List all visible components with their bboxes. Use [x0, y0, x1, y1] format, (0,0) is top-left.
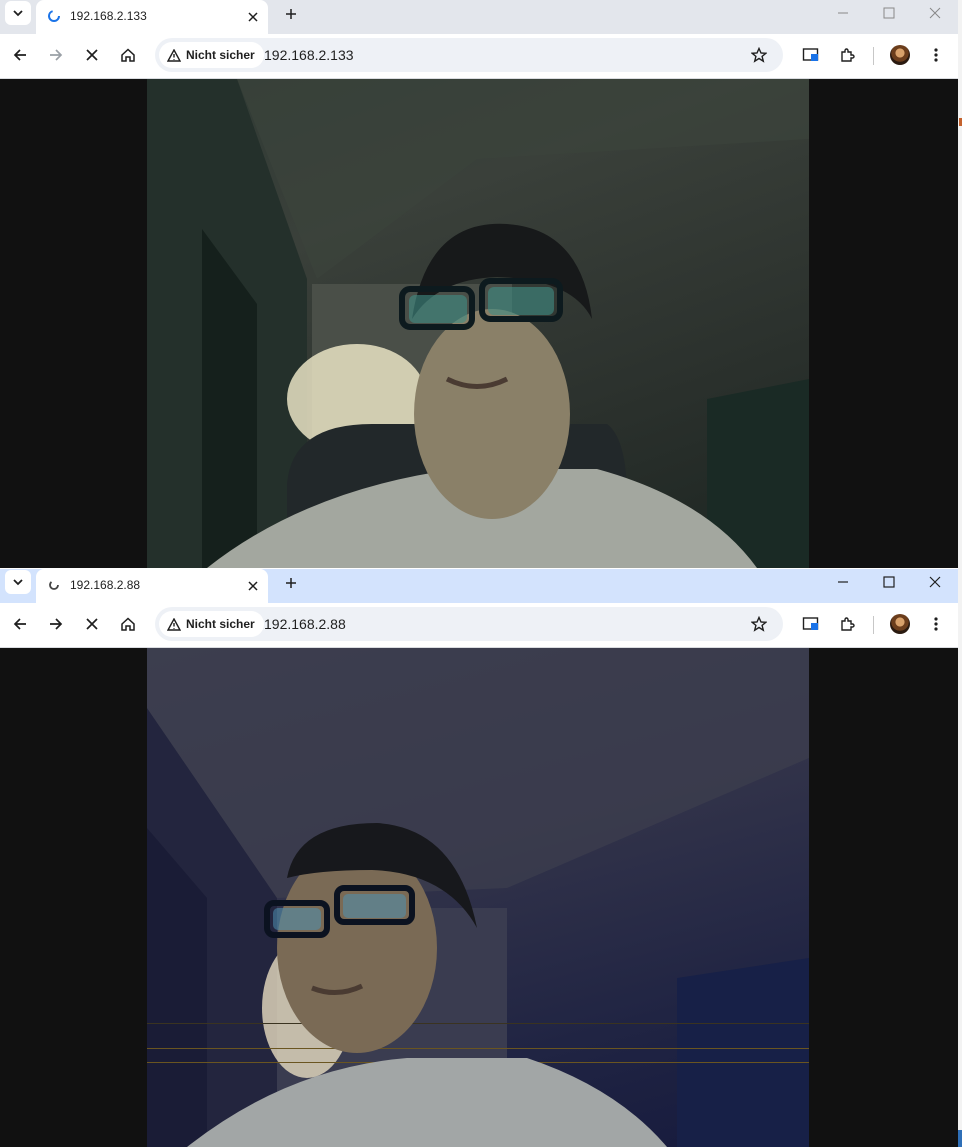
minimize-icon[interactable]: [820, 0, 866, 26]
warning-icon: [167, 48, 181, 62]
forward-arrow-icon[interactable]: [41, 609, 71, 639]
toolbar-separator: [873, 616, 874, 634]
maximize-icon[interactable]: [866, 0, 912, 26]
tab-192-168-2-133[interactable]: 192.168.2.133: [36, 0, 268, 34]
tab-search-button[interactable]: [5, 570, 31, 594]
close-window-icon[interactable]: [912, 0, 958, 26]
chevron-down-icon: [13, 579, 23, 586]
extensions-puzzle-icon[interactable]: [832, 609, 862, 639]
cast-icon[interactable]: [796, 609, 826, 639]
warning-icon: [167, 617, 181, 631]
tab-strip: 192.168.2.133: [0, 0, 958, 34]
stop-loading-icon[interactable]: [77, 609, 107, 639]
home-icon[interactable]: [113, 609, 143, 639]
background-accent-mark: [958, 1130, 962, 1147]
tab-192-168-2-88[interactable]: 192.168.2.88: [36, 569, 268, 603]
chevron-down-icon: [13, 10, 23, 17]
profile-avatar[interactable]: [890, 45, 910, 65]
cast-icon[interactable]: [796, 40, 826, 70]
toolbar: Nicht sicher 192.168.2.133: [0, 34, 958, 79]
back-arrow-icon[interactable]: [5, 40, 35, 70]
more-menu-icon[interactable]: [921, 609, 951, 639]
security-chip[interactable]: Nicht sicher: [159, 611, 264, 637]
toolbar: Nicht sicher 192.168.2.88: [0, 603, 958, 648]
security-label: Nicht sicher: [186, 617, 255, 631]
close-window-icon[interactable]: [912, 569, 958, 595]
address-bar[interactable]: Nicht sicher 192.168.2.88: [155, 607, 783, 641]
tab-title: 192.168.2.88: [70, 578, 141, 592]
minimize-icon[interactable]: [820, 569, 866, 595]
url-text[interactable]: 192.168.2.133: [264, 47, 354, 63]
new-tab-icon[interactable]: [280, 3, 302, 25]
webcam-video-feed: [147, 648, 809, 1147]
maximize-icon[interactable]: [866, 569, 912, 595]
background-window-edge: [958, 0, 962, 1147]
more-menu-icon[interactable]: [921, 40, 951, 70]
page-content: [0, 79, 958, 568]
loading-spinner-icon: [46, 8, 62, 24]
url-text[interactable]: 192.168.2.88: [264, 616, 346, 632]
address-bar[interactable]: Nicht sicher 192.168.2.133: [155, 38, 783, 72]
webcam-video-feed: [147, 79, 809, 568]
stop-loading-icon[interactable]: [77, 40, 107, 70]
toolbar-separator: [873, 47, 874, 65]
bookmark-star-icon[interactable]: [747, 612, 771, 636]
tab-strip: 192.168.2.88: [0, 569, 958, 603]
tab-search-button[interactable]: [5, 1, 31, 25]
back-arrow-icon[interactable]: [5, 609, 35, 639]
browser-window-2: 192.168.2.88 Nicht sicher 192.168.2.88: [0, 569, 958, 1147]
forward-arrow-icon[interactable]: [41, 40, 71, 70]
page-content: [0, 648, 958, 1147]
profile-avatar[interactable]: [890, 614, 910, 634]
bookmark-star-icon[interactable]: [747, 43, 771, 67]
close-tab-icon[interactable]: [242, 6, 264, 28]
loading-spinner-icon: [46, 577, 62, 593]
extensions-puzzle-icon[interactable]: [832, 40, 862, 70]
home-icon[interactable]: [113, 40, 143, 70]
browser-window-1: 192.168.2.133 Nicht sicher 192.168.2.133: [0, 0, 958, 568]
close-tab-icon[interactable]: [242, 575, 264, 597]
security-label: Nicht sicher: [186, 48, 255, 62]
new-tab-icon[interactable]: [280, 572, 302, 594]
tab-title: 192.168.2.133: [70, 9, 147, 23]
security-chip[interactable]: Nicht sicher: [159, 42, 264, 68]
